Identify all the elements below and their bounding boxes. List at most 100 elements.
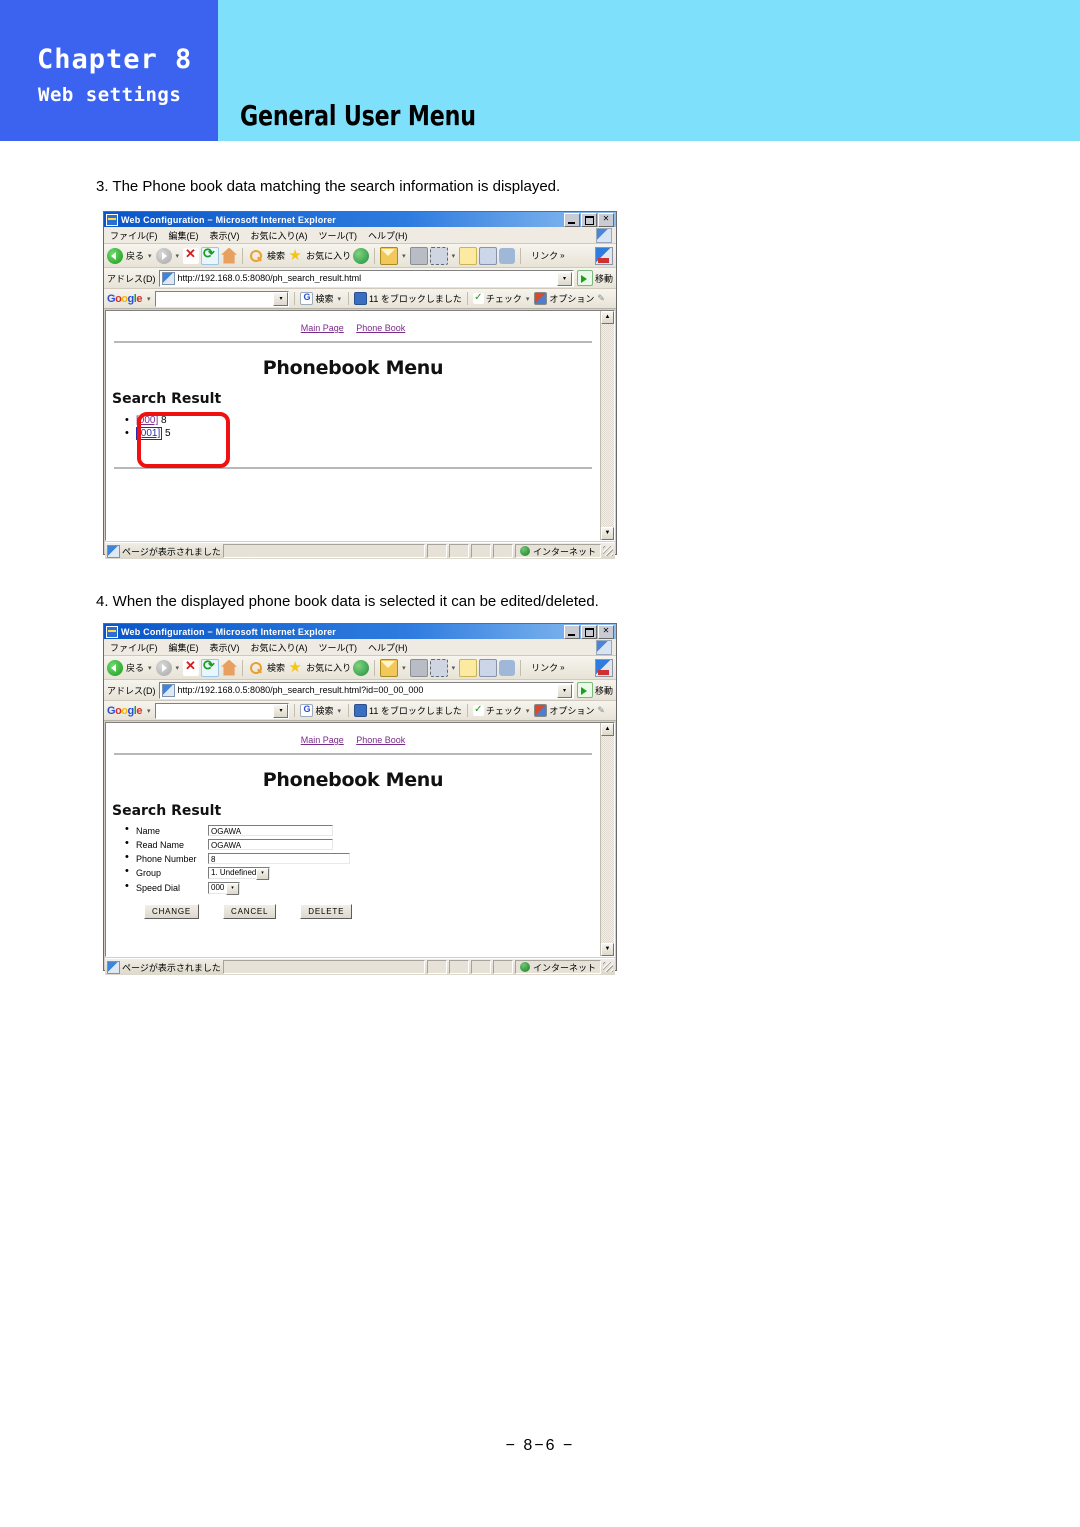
stop-icon-2[interactable] [183, 658, 200, 676]
google-dropdown-icon[interactable]: ▾ [147, 295, 151, 303]
menu-view-2[interactable]: 表示(V) [210, 641, 240, 654]
stop-icon[interactable] [183, 246, 200, 264]
links-chevron-icon[interactable]: » [560, 251, 564, 260]
link-main-page-2[interactable]: Main Page [301, 735, 344, 745]
edit-dropdown-icon-2[interactable]: ▾ [452, 664, 456, 672]
highlight-pencil-icon-2[interactable]: ✎ [597, 705, 605, 716]
google-spellcheck-button-2[interactable]: ✓ チェック ▾ [472, 704, 532, 717]
scroll-down-arrow-icon[interactable]: ▼ [601, 527, 614, 540]
scrollbar-track[interactable] [601, 324, 614, 527]
google-search-input[interactable]: ▾ [155, 290, 290, 307]
research-icon[interactable] [479, 246, 498, 265]
menu-edit[interactable]: 編集(E) [169, 229, 199, 242]
scrollbar-track-2[interactable] [601, 736, 614, 943]
forward-icon-2[interactable] [155, 659, 172, 676]
chevron-down-icon-speed-dial[interactable]: ▾ [226, 883, 239, 895]
delete-button[interactable]: DELETE [300, 904, 353, 919]
close-button[interactable]: ✕ [598, 213, 614, 227]
media-icon[interactable] [353, 247, 370, 264]
change-button[interactable]: CHANGE [144, 904, 200, 919]
messenger-icon-2[interactable] [499, 659, 516, 676]
pdf-toolbar-icon-2[interactable] [595, 659, 613, 677]
google-options-button-2[interactable]: オプション [534, 704, 594, 717]
google-spellcheck-button[interactable]: ✓ チェック ▾ [472, 292, 532, 305]
address-dropdown-icon[interactable]: ▾ [556, 271, 572, 286]
spellcheck-caret-icon[interactable]: ▾ [526, 295, 530, 303]
highlight-pencil-icon[interactable]: ✎ [597, 293, 605, 304]
favorites-star-icon-2[interactable]: ★ [287, 659, 303, 676]
favorites-label-2[interactable]: お気に入り [306, 661, 351, 674]
google-search-button[interactable]: G 検索 ▾ [300, 292, 343, 305]
mail-dropdown-icon-2[interactable]: ▾ [402, 664, 406, 672]
media-icon-2[interactable] [353, 659, 370, 676]
notes-icon[interactable] [459, 246, 478, 265]
address-input-2[interactable]: http://192.168.0.5:8080/ph_search_result… [158, 681, 574, 699]
menu-help-2[interactable]: ヘルプ(H) [368, 641, 408, 654]
home-icon-2[interactable] [221, 659, 238, 676]
scroll-down-arrow-icon-2[interactable]: ▼ [601, 943, 614, 956]
forward-dropdown-icon[interactable]: ▾ [176, 252, 180, 260]
vertical-scrollbar-2[interactable]: ▲ ▼ [600, 723, 614, 956]
back-icon-2[interactable] [107, 659, 123, 676]
google-search-input-2[interactable]: ▾ [155, 702, 290, 719]
home-icon[interactable] [221, 247, 238, 264]
go-button[interactable]: 移動 [576, 270, 613, 286]
link-phone-book[interactable]: Phone Book [356, 323, 405, 333]
search-icon[interactable] [248, 248, 264, 264]
menu-tools[interactable]: ツール(T) [319, 229, 358, 242]
go-button-2[interactable]: 移動 [576, 682, 613, 698]
resize-grip-icon-2[interactable] [603, 962, 613, 972]
links-chevron-icon-2[interactable]: » [560, 663, 564, 672]
links-label-2[interactable]: リンク [531, 661, 558, 674]
menu-file-2[interactable]: ファイル(F) [110, 641, 158, 654]
google-options-button[interactable]: オプション [534, 292, 594, 305]
back-dropdown-icon[interactable]: ▾ [148, 252, 152, 260]
maximize-button-2[interactable] [581, 625, 597, 639]
messenger-icon[interactable] [499, 247, 516, 264]
google-popup-blocker-2[interactable]: 11 をブロックしました [354, 704, 462, 717]
notes-icon-2[interactable] [459, 658, 478, 677]
maximize-button[interactable] [581, 213, 597, 227]
back-label-2[interactable]: 戻る [126, 661, 144, 674]
search-icon-2[interactable] [248, 660, 264, 676]
mail-icon[interactable] [380, 246, 399, 265]
pdf-toolbar-icon[interactable] [595, 247, 613, 265]
back-icon[interactable] [107, 247, 123, 264]
menu-edit-2[interactable]: 編集(E) [169, 641, 199, 654]
link-main-page[interactable]: Main Page [301, 323, 344, 333]
search-label[interactable]: 検索 [267, 249, 285, 262]
input-phone-number[interactable]: 8 [208, 853, 350, 864]
back-dropdown-icon-2[interactable]: ▾ [148, 664, 152, 672]
google-search-caret-icon-2[interactable]: ▾ [337, 707, 341, 715]
spellcheck-caret-icon-2[interactable]: ▾ [526, 707, 530, 715]
input-name[interactable]: OGAWA [208, 825, 333, 836]
select-group[interactable]: 1. Undefined ▾ [208, 867, 270, 880]
google-dropdown-icon-2[interactable]: ▾ [147, 707, 151, 715]
menu-favorites-2[interactable]: お気に入り(A) [251, 641, 308, 654]
favorites-label[interactable]: お気に入り [306, 249, 351, 262]
refresh-icon[interactable] [201, 245, 220, 265]
scroll-up-arrow-icon[interactable]: ▲ [601, 311, 614, 324]
forward-dropdown-icon-2[interactable]: ▾ [176, 664, 180, 672]
close-button-2[interactable]: ✕ [598, 625, 614, 639]
menu-favorites[interactable]: お気に入り(A) [251, 229, 308, 242]
minimize-button-2[interactable] [564, 625, 580, 639]
mail-dropdown-icon[interactable]: ▾ [402, 252, 406, 260]
resize-grip-icon[interactable] [603, 546, 613, 556]
forward-icon[interactable] [155, 247, 172, 264]
google-popup-blocker[interactable]: 11 をブロックしました [354, 292, 462, 305]
address-dropdown-icon-2[interactable]: ▾ [556, 683, 572, 698]
research-icon-2[interactable] [479, 658, 498, 677]
menu-help[interactable]: ヘルプ(H) [368, 229, 408, 242]
minimize-button[interactable] [564, 213, 580, 227]
edit-icon-2[interactable] [429, 658, 448, 677]
cancel-button[interactable]: CANCEL [223, 904, 277, 919]
favorites-star-icon[interactable]: ★ [287, 247, 303, 264]
scroll-up-arrow-icon-2[interactable]: ▲ [601, 723, 614, 736]
google-search-dropdown-icon-2[interactable]: ▾ [273, 703, 289, 718]
menu-tools-2[interactable]: ツール(T) [319, 641, 358, 654]
links-label[interactable]: リンク [531, 249, 558, 262]
google-search-button-2[interactable]: G 検索 ▾ [300, 704, 343, 717]
mail-icon-2[interactable] [380, 658, 399, 677]
select-speed-dial[interactable]: 000 ▾ [208, 882, 240, 895]
